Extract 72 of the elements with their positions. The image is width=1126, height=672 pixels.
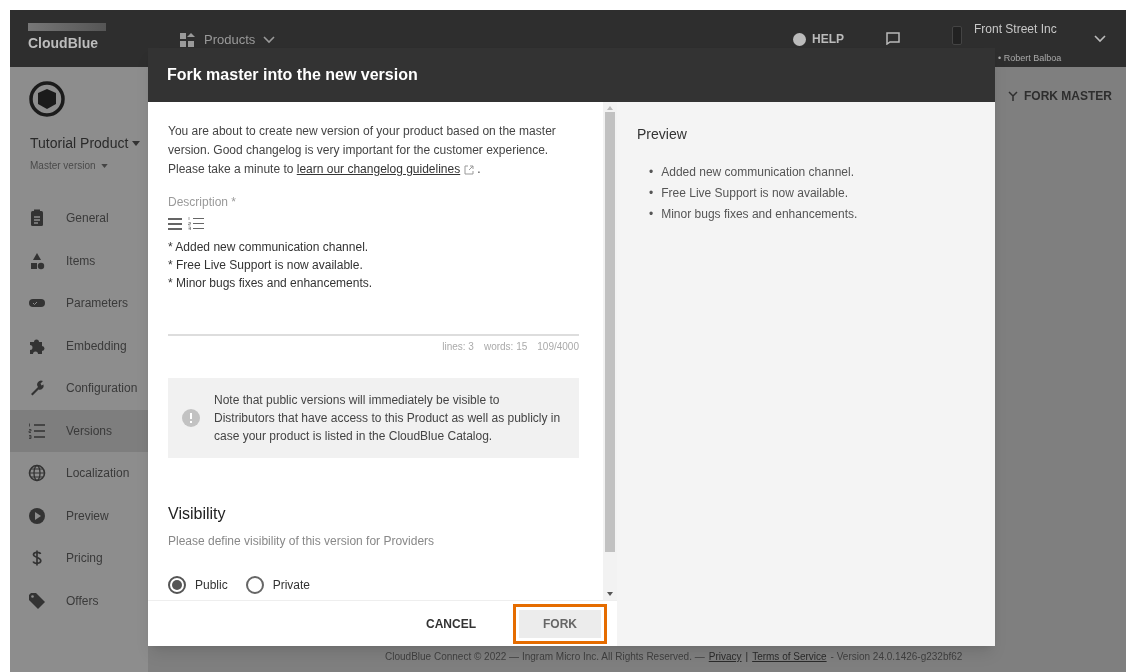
preview-item: Minor bugs fixes and enhancements.: [661, 206, 858, 223]
product-name[interactable]: Tutorial Product: [30, 133, 129, 154]
phone-icon: [952, 26, 962, 45]
changelog-link[interactable]: learn our changelog guidelines: [296, 162, 461, 176]
fork-master-button[interactable]: FORK MASTER: [1008, 87, 1112, 105]
bullet-icon: •: [649, 184, 654, 202]
footer-version: - Version 24.0.1426-g232bf62: [830, 650, 963, 664]
chat-icon[interactable]: [886, 32, 900, 45]
visibility-radio[interactable]: Public: [168, 576, 228, 594]
logo-text: CloudBlue: [28, 34, 99, 53]
bullet-icon: •: [649, 205, 654, 223]
bulleted-list-icon[interactable]: [168, 217, 182, 230]
scrollbar[interactable]: [603, 102, 617, 600]
shapes-icon: [28, 251, 46, 270]
play-icon: [28, 506, 46, 525]
numbered-list-icon[interactable]: [188, 217, 204, 230]
fork-icon: [1008, 91, 1018, 101]
intro-text: You are about to create new version of your product based on the master version. Good changelog is very important for the customer experience. Please take a minute to learn our changelog guidelines .: [168, 123, 557, 178]
sidebar-item[interactable]: Items: [10, 239, 148, 282]
description-line: * Free Live Support is now available.: [168, 257, 364, 274]
sidebar-item[interactable]: Offers: [10, 579, 148, 622]
account-name: Front Street Inc: [974, 22, 1058, 36]
description-field[interactable]: * Added new communication channel. * Free Live Support is now available. * Minor bugs fixes and enhancements.: [168, 238, 579, 336]
description-stat: 109/4000: [537, 340, 579, 354]
description-stat: words: 15: [483, 340, 528, 354]
radio-icon[interactable]: [245, 576, 264, 594]
caret-icon: [132, 141, 141, 146]
logo-bar-icon: [28, 23, 106, 31]
product-logo-icon: [28, 80, 66, 118]
external-link-icon[interactable]: [464, 164, 475, 175]
sidebar-item[interactable]: Versions: [10, 409, 148, 452]
caret-icon: [100, 163, 108, 168]
clipboard-icon: [28, 209, 46, 228]
description-line: * Minor bugs fixes and enhancements.: [168, 275, 374, 292]
visibility-radio[interactable]: Private: [245, 576, 311, 594]
preview-item: Free Live Support is now available.: [661, 185, 848, 202]
products-menu[interactable]: Products: [180, 30, 276, 50]
preview-item: Added new communication channel.: [661, 164, 854, 181]
account-role: • Robert Balboa: [998, 52, 1062, 65]
scrollbar-thumb[interactable]: [605, 112, 615, 552]
description-line: * Added new communication channel.: [168, 239, 370, 256]
chevron-down-icon[interactable]: [1094, 35, 1106, 43]
footer-link[interactable]: Privacy: [708, 649, 742, 664]
radio-icon[interactable]: [168, 576, 186, 594]
sidebar-item[interactable]: Preview: [10, 494, 148, 537]
version-selector[interactable]: Master version: [30, 158, 96, 173]
visibility-title: Visibility: [168, 504, 227, 524]
footer-link[interactable]: Terms of Service: [752, 649, 827, 664]
scroll-down-icon[interactable]: [607, 592, 613, 596]
description-stat: lines: 3: [442, 340, 474, 354]
chevron-down-icon: [263, 35, 276, 44]
sidebar-item[interactable]: Parameters: [10, 282, 148, 325]
footer-separator: |: [745, 650, 749, 664]
sidebar-item[interactable]: General: [10, 197, 148, 240]
dialog-title: Fork master into the new version: [167, 65, 418, 85]
globe-icon: [28, 464, 46, 483]
bullet-icon: •: [649, 163, 654, 181]
apps-icon: [180, 32, 196, 47]
alert-icon: [182, 409, 200, 427]
note-text: Note that public versions will immediately be visible to Distributors that have access to this Product as well as publicly in case your product is listed in the CloudBlue Catalog.: [214, 392, 561, 445]
cancel-button[interactable]: CANCEL: [409, 606, 493, 641]
visibility-hint: Please define visibility of this version for Providers: [168, 533, 436, 550]
sidebar-item[interactable]: Pricing: [10, 537, 148, 580]
description-label: Description *: [168, 194, 238, 211]
sidebar-item[interactable]: Configuration: [10, 367, 148, 410]
fork-button[interactable]: FORK: [513, 603, 607, 644]
tag-icon: [28, 591, 46, 610]
numbered-list-icon: [28, 421, 46, 440]
sidebar-item[interactable]: Localization: [10, 452, 148, 495]
help-button[interactable]: HELP: [793, 30, 844, 48]
preview-title: Preview: [637, 125, 688, 144]
sidebar-item[interactable]: Embedding: [10, 324, 148, 367]
